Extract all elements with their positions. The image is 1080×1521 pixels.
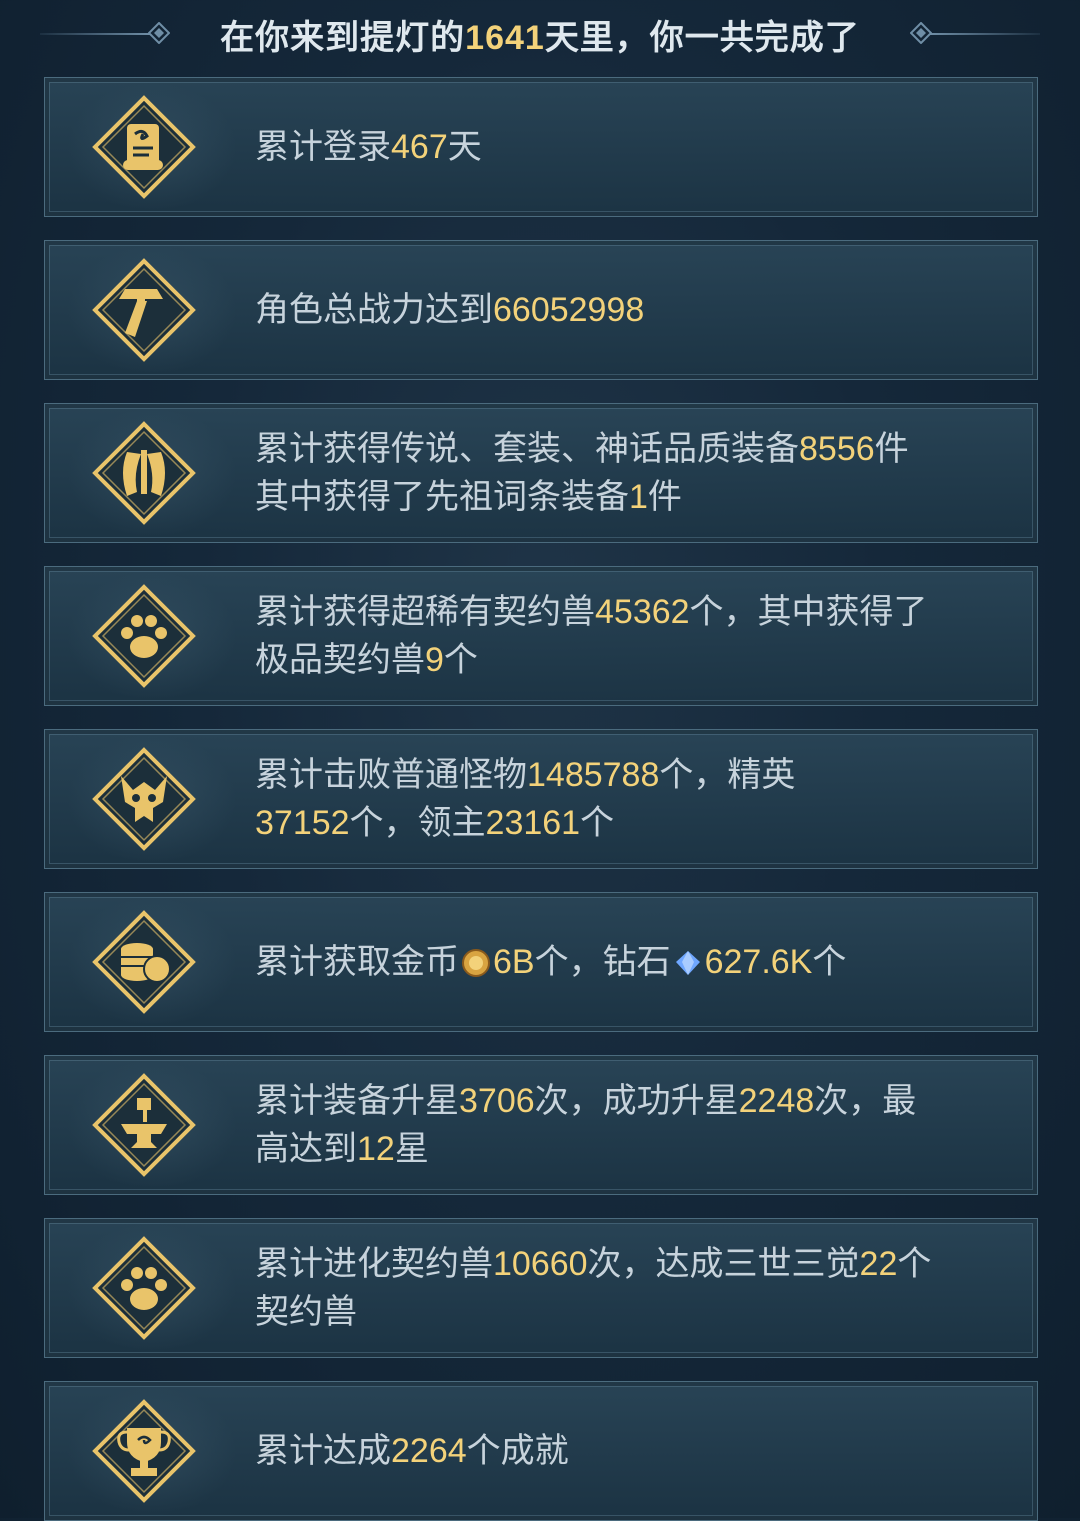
stat-value: 37152 [255,804,350,842]
stat-label: 累计击败普通怪物 [255,756,527,794]
scroll-icon [91,94,197,200]
stat-label: 次，最 [814,1082,917,1120]
achievement-line: 其中获得了先祖词条装备1件 [255,473,1017,521]
stat-label: 次，成功升星 [534,1082,739,1120]
paw-icon [91,1235,197,1341]
hammer-icon [91,257,197,363]
stat-label: 累计获得传说、套装、神话品质装备 [255,430,799,468]
stat-value: 467 [391,128,448,166]
stat-value: 22 [859,1245,898,1283]
achievement-line: 契约兽 [255,1288,1017,1336]
achievement-line: 累计获取金币 6B个，钻石 627.6K个 [255,938,1017,986]
achievement-card: 累计获得超稀有契约兽45362个，其中获得了 极品契约兽9个 [44,566,1038,706]
anvil-icon [91,1072,197,1178]
stat-label: 个，精英 [659,756,796,794]
gold-coin-icon [461,943,491,977]
stat-label: 个 [812,943,847,981]
achievement-card: 累计获取金币 6B个，钻石 627.6K个 [44,892,1038,1032]
header-divider-right [930,33,1040,35]
achievement-line: 极品契约兽9个 [255,636,1017,684]
stat-label: 极品契约兽 [255,641,425,679]
stat-value: 66052998 [493,291,645,329]
diamond-icon [673,943,703,975]
achievement-text: 累计获得传说、套装、神话品质装备8556件 其中获得了先祖词条装备1件 [255,404,1017,542]
stat-label: 其中获得了先祖词条装备 [255,478,629,516]
stat-value: 23161 [485,804,581,842]
achievement-card: 累计达成2264个成就 [44,1381,1038,1521]
armor-icon [91,420,197,526]
achievement-line: 累计获得传说、套装、神话品质装备8556件 [255,425,1017,473]
diamond-ornament-icon [910,22,932,44]
achievement-line: 累计击败普通怪物1485788个，精英 [255,751,1017,799]
stat-label: 个，钻石 [534,943,671,981]
coins-icon [91,909,197,1015]
stat-label: 次，达成三世三觉 [587,1245,860,1283]
achievement-text: 累计获取金币 6B个，钻石 627.6K个 [255,893,1017,1031]
stat-label: 累计达成 [255,1432,391,1470]
stat-value: 3706 [459,1082,535,1120]
achievement-line: 累计装备升星3706次，成功升星2248次，最 [255,1077,1017,1125]
stat-value: 10660 [493,1245,588,1283]
trophy-icon [91,1398,197,1504]
stat-label: 个成就 [466,1432,569,1470]
stat-value: 45362 [595,593,690,631]
paw-icon [91,583,197,689]
stat-label: 累计获得超稀有契约兽 [255,593,595,631]
achievement-card: 累计登录467天 [44,77,1038,217]
achievement-text: 角色总战力达到66052998 [255,241,1017,379]
stat-label: 件 [647,478,682,516]
days-count: 1641 [465,19,545,57]
monster-skull-icon [91,746,197,852]
achievement-text: 累计进化契约兽10660次，达成三世三觉22个契约兽 [255,1219,1017,1357]
achievement-line: 累计登录467天 [255,123,1017,171]
stat-value: 6B [493,943,535,981]
achievement-line: 角色总战力达到66052998 [255,286,1017,334]
achievement-text: 累计达成2264个成就 [255,1382,1017,1520]
achievement-text: 累计登录467天 [255,78,1017,216]
stat-label: 个 [897,1245,932,1283]
stat-label: 件 [874,430,909,468]
stat-label: 累计获取金币 [255,943,459,981]
summary-header: 在你来到提灯的1641天里，你一共完成了 [0,0,1080,66]
achievement-line: 37152个，领主23161个 [255,799,1017,847]
achievement-line: 累计获得超稀有契约兽45362个，其中获得了 [255,588,1017,636]
achievement-line: 累计达成2264个成就 [255,1427,1017,1475]
stat-label: 个 [580,804,615,842]
stat-value: 2264 [391,1432,467,1470]
stat-label: 个，其中获得了 [689,593,928,631]
achievement-line: 累计进化契约兽10660次，达成三世三觉22个 [255,1240,1017,1288]
stat-value: 1485788 [527,756,660,794]
stat-value: 627.6K [704,943,813,981]
stat-label: 天 [447,128,482,166]
achievement-text: 累计获得超稀有契约兽45362个，其中获得了 极品契约兽9个 [255,567,1017,705]
stat-label: 累计进化契约兽 [255,1245,493,1283]
stat-label: 累计登录 [255,128,391,166]
stat-label: 累计装备升星 [255,1082,459,1120]
stat-label: 个，领主 [349,804,486,842]
achievement-card: 累计进化契约兽10660次，达成三世三觉22个契约兽 [44,1218,1038,1358]
stat-value: 2248 [738,1082,815,1120]
achievement-card: 累计获得传说、套装、神话品质装备8556件 其中获得了先祖词条装备1件 [44,403,1038,543]
stat-label: 个 [443,641,478,679]
stat-label: 高达到 [255,1130,357,1168]
stat-value: 8556 [799,430,875,468]
stat-label: 角色总战力达到 [255,291,493,329]
achievement-card: 累计装备升星3706次，成功升星2248次，最 高达到12星 [44,1055,1038,1195]
achievement-text: 累计击败普通怪物1485788个，精英 37152个，领主23161个 [255,730,1017,868]
stat-label: 星 [394,1130,429,1168]
stat-value: 9 [425,641,444,679]
stat-label: 契约兽 [255,1293,357,1331]
stat-value: 12 [357,1130,395,1168]
achievement-card: 角色总战力达到66052998 [44,240,1038,380]
achievement-card: 累计击败普通怪物1485788个，精英 37152个，领主23161个 [44,729,1038,869]
achievement-text: 累计装备升星3706次，成功升星2248次，最 高达到12星 [255,1056,1017,1194]
achievement-line: 高达到12星 [255,1125,1017,1173]
stat-value: 1 [629,478,648,516]
